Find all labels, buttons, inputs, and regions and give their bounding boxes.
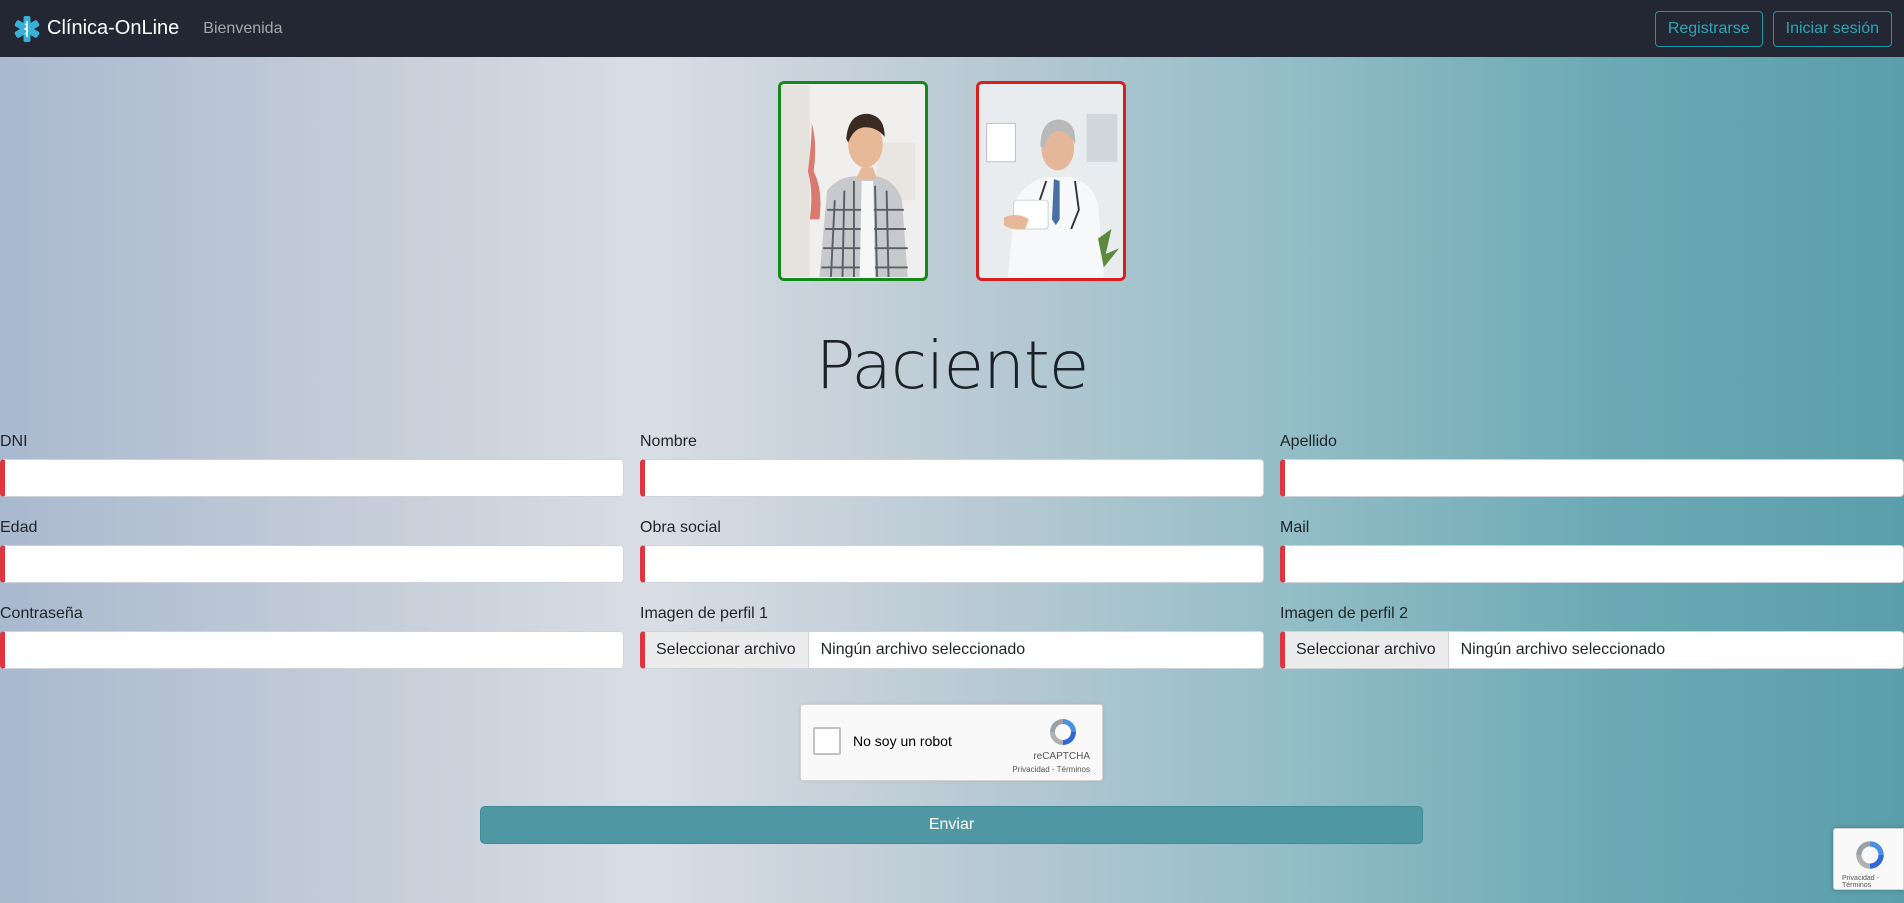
contrasena-input[interactable] bbox=[0, 631, 624, 669]
mail-field: Mail bbox=[1280, 518, 1904, 583]
edad-label: Edad bbox=[0, 519, 38, 536]
brand-name: Clínica-OnLine bbox=[47, 17, 180, 39]
dni-input[interactable] bbox=[0, 459, 624, 497]
edad-input[interactable] bbox=[0, 545, 624, 583]
recaptcha-badge-icon bbox=[1856, 841, 1884, 869]
submit-button[interactable]: Enviar bbox=[480, 806, 1423, 844]
nombre-input[interactable] bbox=[640, 459, 1264, 497]
edad-field: Edad bbox=[0, 518, 624, 583]
recaptcha-badge-links: Privacidad - Términos bbox=[1842, 875, 1879, 889]
recaptcha-widget: No soy un robot reCAPTCHA Privacidad - T… bbox=[800, 704, 1103, 781]
obra-social-field: Obra social bbox=[640, 518, 1264, 583]
recaptcha-label: No soy un robot bbox=[853, 733, 952, 749]
contrasena-field: Contraseña bbox=[0, 604, 624, 669]
dni-field: DNI bbox=[0, 432, 624, 497]
brand-link[interactable]: Clínica-OnLine bbox=[12, 14, 179, 44]
imagen1-choose-file-button[interactable]: Seleccionar archivo bbox=[645, 632, 809, 668]
medical-star-icon bbox=[14, 15, 40, 42]
register-button[interactable]: Registrarse bbox=[1654, 11, 1763, 47]
imagen2-file-status: Ningún archivo seleccionado bbox=[1460, 641, 1666, 658]
mail-input[interactable] bbox=[1280, 545, 1904, 583]
apellido-label: Apellido bbox=[1280, 433, 1337, 450]
mail-label: Mail bbox=[1280, 519, 1310, 536]
imagen1-label: Imagen de perfil 1 bbox=[640, 605, 769, 622]
top-navbar: Clínica-OnLine Bienvenida Registrarse In… bbox=[0, 0, 1904, 57]
apellido-input[interactable] bbox=[1280, 459, 1904, 497]
patient-profile-option[interactable] bbox=[778, 81, 928, 281]
imagen1-file-status: Ningún archivo seleccionado bbox=[820, 641, 1026, 658]
imagen1-file-input[interactable]: Seleccionar archivo Ningún archivo selec… bbox=[640, 631, 1264, 669]
imagen2-choose-file-button[interactable]: Seleccionar archivo bbox=[1285, 632, 1449, 668]
obra-social-label: Obra social bbox=[640, 519, 721, 536]
recaptcha-badge[interactable]: Privacidad - Términos bbox=[1833, 828, 1904, 890]
imagen2-field: Imagen de perfil 2 Seleccionar archivo N… bbox=[1280, 604, 1904, 669]
doctor-photo bbox=[979, 85, 1123, 277]
nombre-field: Nombre bbox=[640, 432, 1264, 497]
imagen1-field: Imagen de perfil 1 Seleccionar archivo N… bbox=[640, 604, 1264, 669]
patient-photo bbox=[781, 85, 925, 278]
apellido-field: Apellido bbox=[1280, 432, 1904, 497]
nombre-label: Nombre bbox=[640, 433, 697, 450]
nav-link-bienvenida[interactable]: Bienvenida bbox=[203, 20, 282, 38]
doctor-profile-option[interactable] bbox=[976, 81, 1126, 281]
recaptcha-links[interactable]: Privacidad - Términos bbox=[1012, 765, 1090, 774]
login-button[interactable]: Iniciar sesión bbox=[1772, 11, 1892, 47]
contrasena-label: Contraseña bbox=[0, 605, 83, 622]
obra-social-input[interactable] bbox=[640, 545, 1264, 583]
imagen2-label: Imagen de perfil 2 bbox=[1280, 605, 1409, 622]
nav-actions: Registrarse Iniciar sesión bbox=[1654, 11, 1892, 47]
recaptcha-logo-icon bbox=[1050, 719, 1076, 745]
page-title: Paciente bbox=[815, 327, 1090, 404]
imagen2-file-input[interactable]: Seleccionar archivo Ningún archivo selec… bbox=[1280, 631, 1904, 669]
recaptcha-checkbox[interactable] bbox=[813, 727, 841, 755]
dni-label: DNI bbox=[0, 433, 28, 450]
recaptcha-brand: reCAPTCHA bbox=[1033, 751, 1090, 762]
